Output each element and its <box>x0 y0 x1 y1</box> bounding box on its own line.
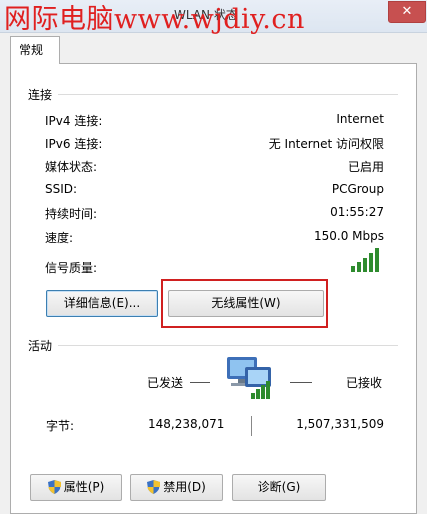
bytes-received-value: 1,507,331,509 <box>296 417 384 431</box>
ipv6-value: 无 Internet 访问权限 <box>268 137 384 151</box>
speed-value: 150.0 Mbps <box>313 229 384 243</box>
ipv6-label: IPv6 连接: <box>45 137 103 151</box>
received-dash <box>290 382 312 383</box>
activity-divider <box>58 345 398 346</box>
disable-button[interactable]: 禁用(D) <box>130 474 223 501</box>
signal-bar-5 <box>375 248 379 272</box>
ssid-value: PCGroup <box>331 182 384 196</box>
signal-strength-icon <box>351 248 379 272</box>
ipv4-value: Internet <box>336 112 384 126</box>
uac-shield-icon <box>47 480 61 494</box>
ssid-label: SSID: <box>45 182 78 196</box>
signal-quality-label: 信号质量: <box>45 261 98 275</box>
media-state-label: 媒体状态: <box>45 160 98 174</box>
wlan-status-window: WLAN 状态 ✕ 网际电脑www.wjdiy.cn 常规 连接 IPv4 连接… <box>0 0 427 514</box>
network-computers-icon <box>227 357 271 399</box>
general-panel <box>10 63 417 514</box>
details-button[interactable]: 详细信息(E)... <box>46 290 158 317</box>
close-button[interactable]: ✕ <box>388 1 426 23</box>
connection-divider <box>58 94 398 95</box>
duration-label: 持续时间: <box>45 207 98 221</box>
ipv4-label: IPv4 连接: <box>45 114 103 128</box>
properties-button-label: 属性(P) <box>63 480 105 494</box>
signal-bar-1 <box>351 266 355 272</box>
wireless-properties-button[interactable]: 无线属性(W) <box>168 290 324 317</box>
bytes-sent-value: 148,238,071 <box>148 417 225 431</box>
sent-dash <box>190 382 210 383</box>
tab-general[interactable]: 常规 <box>10 36 60 64</box>
signal-bar-2 <box>357 262 361 272</box>
speed-label: 速度: <box>45 231 74 245</box>
duration-value: 01:55:27 <box>330 205 384 219</box>
properties-button[interactable]: 属性(P) <box>30 474 122 501</box>
disable-button-label: 禁用(D) <box>163 480 206 494</box>
signal-bar-4 <box>369 253 373 272</box>
watermark: 网际电脑www.wjdiy.cn <box>4 4 305 35</box>
uac-shield-icon <box>147 480 161 494</box>
signal-bar-3 <box>363 258 367 272</box>
activity-section-title: 活动 <box>28 339 53 353</box>
sent-label: 已发送 <box>147 376 184 390</box>
media-state-value: 已启用 <box>347 160 384 174</box>
connection-section-title: 连接 <box>28 88 53 102</box>
received-label: 已接收 <box>346 376 383 390</box>
bytes-label: 字节: <box>46 419 75 433</box>
bytes-divider <box>251 416 252 436</box>
diagnose-button[interactable]: 诊断(G) <box>232 474 326 501</box>
